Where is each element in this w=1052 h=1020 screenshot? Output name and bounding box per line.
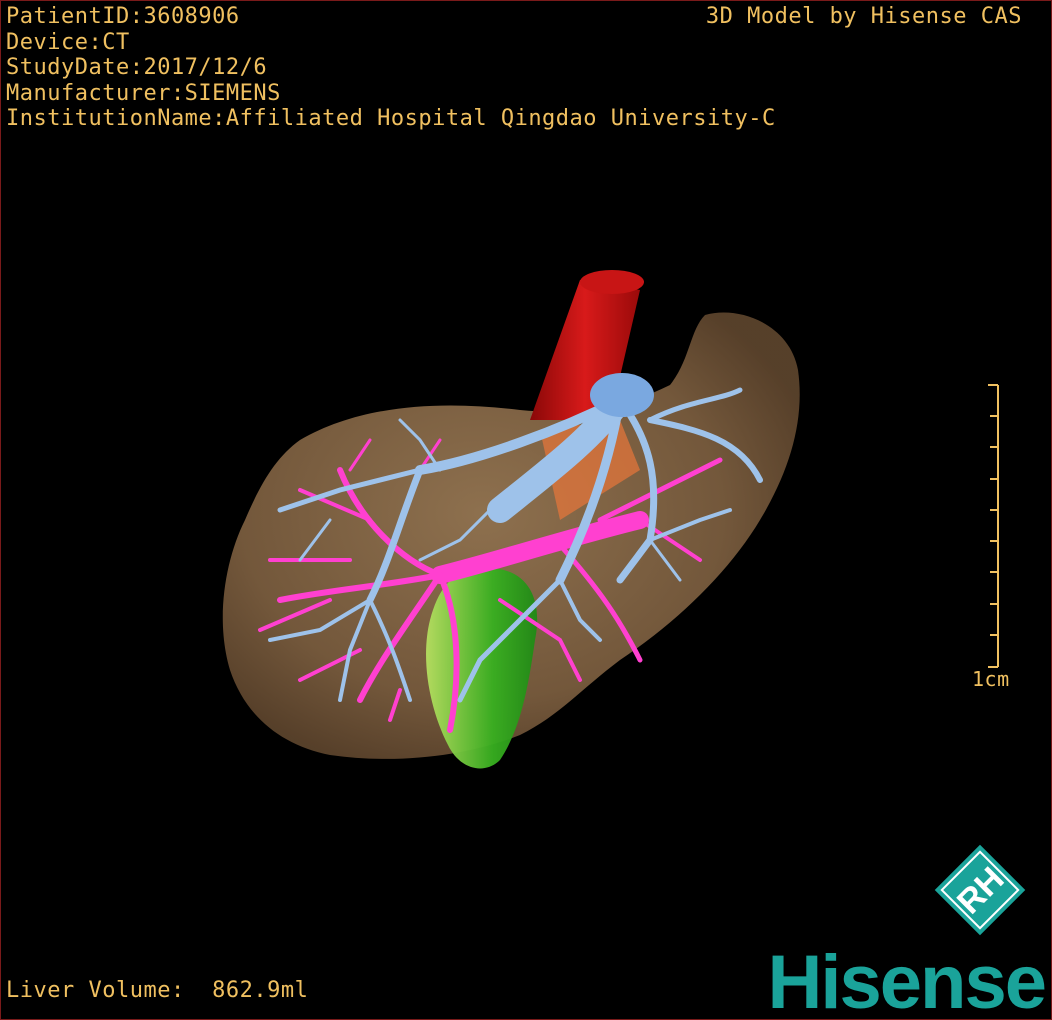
scale-bar-label: 1cm [972,667,1010,691]
scale-bar [988,384,999,668]
portal-vein-trunk [590,373,654,417]
liver-volume-label: Liver Volume: 862.9ml [6,978,309,1003]
hisense-logo-text: Hisense [768,940,1046,1020]
rh-logo-mark: RH [934,844,1026,936]
3d-liver-viewport[interactable]: RH Hisense [0,0,1052,1020]
